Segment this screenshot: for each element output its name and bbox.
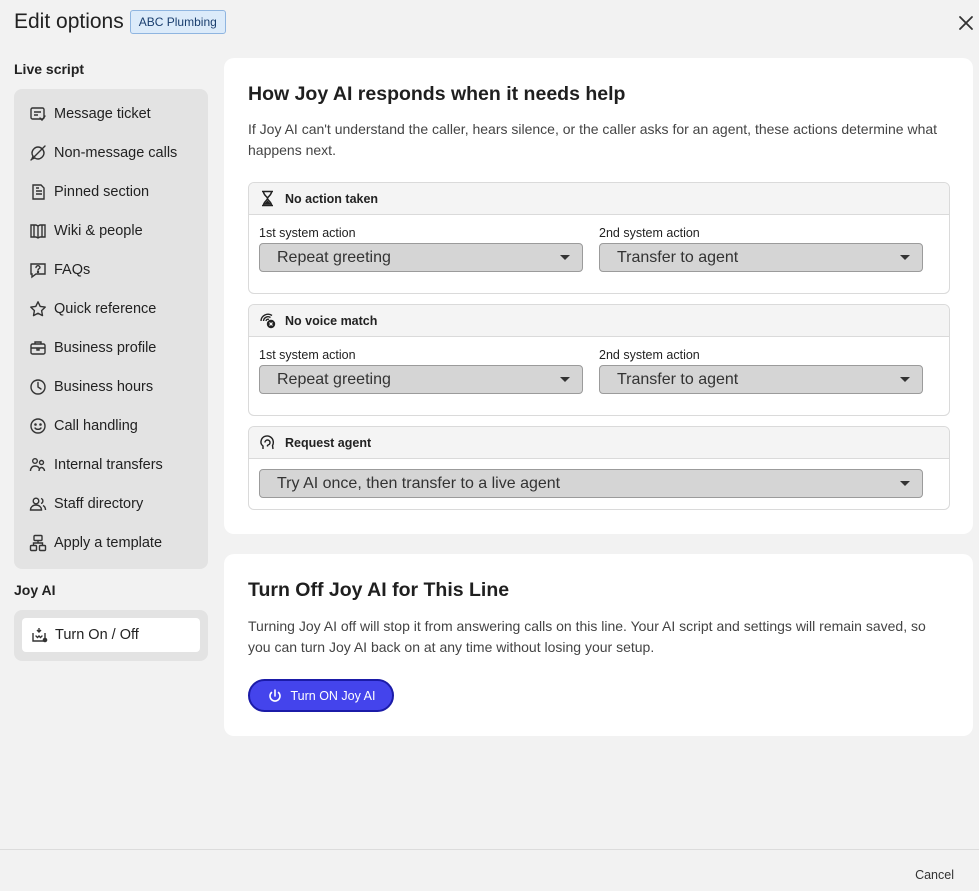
transfer-people-icon — [29, 457, 46, 471]
message-ticket-icon — [30, 106, 46, 121]
request-agent-select[interactable]: Try AI once, then transfer to a live age… — [259, 469, 923, 498]
chevron-down-icon — [560, 377, 570, 382]
sidebar-item-apply-template[interactable]: Apply a template — [14, 523, 208, 562]
second-action-select[interactable]: Transfer to agent — [599, 365, 923, 394]
non-message-icon — [30, 144, 46, 161]
group-header: No voice match — [249, 305, 949, 337]
select-value: Repeat greeting — [277, 248, 391, 266]
sidebar-item-non-message-calls[interactable]: Non-message calls — [14, 133, 208, 172]
select-value: Try AI once, then transfer to a live age… — [277, 474, 561, 492]
sidebar-item-business-profile[interactable]: Business profile — [14, 328, 208, 367]
turn-off-card-title: Turn Off Joy AI for This Line — [248, 579, 510, 601]
group-title: No voice match — [285, 313, 378, 328]
chevron-down-icon — [900, 481, 910, 486]
sidebar-item-label: Business hours — [54, 378, 154, 395]
group-header: No action taken — [249, 183, 949, 215]
group-header: Request agent — [249, 427, 949, 459]
chevron-down-icon — [560, 255, 570, 260]
live-script-heading: Live script — [14, 61, 85, 77]
first-action-label: 1st system action — [259, 348, 356, 362]
chevron-down-icon — [900, 377, 910, 382]
sidebar-item-label: Message ticket — [54, 105, 151, 122]
sidebar-item-pinned-section[interactable]: Pinned section — [14, 172, 208, 211]
sidebar-item-quick-reference[interactable]: Quick reference — [14, 289, 208, 328]
briefcase-icon — [30, 340, 46, 355]
sidebar-item-call-handling[interactable]: Call handling — [14, 406, 208, 445]
turn-on-joy-ai-button[interactable]: Turn ON Joy AI — [248, 679, 394, 712]
sidebar-item-internal-transfers[interactable]: Internal transfers — [14, 445, 208, 484]
account-badge: ABC Plumbing — [129, 10, 226, 34]
sidebar-item-label: Apply a template — [54, 534, 163, 551]
request-agent-group: Request agent Try AI once, then transfer… — [248, 426, 950, 510]
clock-icon — [30, 378, 46, 395]
select-value: Repeat greeting — [277, 370, 391, 388]
help-settings-card: How Joy AI responds when it needs help I… — [224, 58, 973, 534]
sidebar-item-label: Call handling — [54, 417, 138, 434]
star-icon — [30, 300, 46, 316]
no-voice-match-group: No voice match 1st system action Repeat … — [248, 304, 950, 416]
no-action-taken-group: No action taken 1st system action Repeat… — [248, 182, 950, 294]
live-script-nav: Message ticket Non-message calls Pinned … — [14, 89, 208, 569]
robot-icon — [32, 628, 48, 643]
faq-icon — [30, 262, 46, 278]
help-card-title: How Joy AI responds when it needs help — [248, 83, 626, 105]
template-icon — [29, 534, 47, 551]
group-title: Request agent — [285, 435, 372, 450]
first-action-select[interactable]: Repeat greeting — [259, 243, 583, 272]
first-action-label: 1st system action — [259, 226, 356, 240]
header: Edit options ABC Plumbing — [14, 10, 226, 34]
footer: Cancel — [0, 849, 979, 891]
group-title: No action taken — [285, 191, 379, 206]
first-action-select[interactable]: Repeat greeting — [259, 365, 583, 394]
turn-off-card: Turn Off Joy AI for This Line Turning Jo… — [224, 554, 973, 736]
close-icon[interactable] — [955, 12, 977, 34]
sidebar-item-turn-on-off[interactable]: Turn On / Off — [22, 618, 200, 652]
chevron-down-icon — [900, 255, 910, 260]
cancel-button[interactable]: Cancel — [915, 868, 954, 882]
help-card-description: If Joy AI can't understand the caller, h… — [248, 121, 938, 158]
sidebar-item-label: Turn On / Off — [55, 627, 139, 643]
pinned-icon — [32, 183, 45, 200]
page-title: Edit options — [14, 10, 124, 33]
sidebar-item-label: Pinned section — [54, 183, 150, 200]
sidebar-item-label: Non-message calls — [54, 144, 178, 161]
agent-head-icon — [260, 435, 275, 450]
joy-ai-heading: Joy AI — [14, 582, 56, 598]
second-action-label: 2nd system action — [599, 226, 700, 240]
second-action-label: 2nd system action — [599, 348, 700, 362]
sidebar-item-staff-directory[interactable]: Staff directory — [14, 484, 208, 523]
people-icon — [29, 497, 47, 511]
turn-off-card-description: Turning Joy AI off will stop it from ans… — [248, 618, 926, 655]
sidebar-item-label: Internal transfers — [54, 456, 163, 473]
hourglass-icon — [262, 190, 273, 207]
smiley-icon — [30, 417, 46, 434]
button-label: Turn ON Joy AI — [290, 688, 376, 703]
book-icon — [30, 223, 46, 239]
sidebar-item-label: FAQs — [54, 261, 91, 278]
power-icon — [268, 688, 281, 702]
sidebar-item-wiki-people[interactable]: Wiki & people — [14, 211, 208, 250]
select-value: Transfer to agent — [617, 248, 739, 266]
voice-off-icon — [260, 313, 276, 329]
select-value: Transfer to agent — [617, 370, 739, 388]
joy-ai-nav: Turn On / Off — [14, 610, 208, 661]
sidebar-item-faqs[interactable]: FAQs — [14, 250, 208, 289]
sidebar-item-label: Business profile — [54, 339, 157, 356]
sidebar-item-business-hours[interactable]: Business hours — [14, 367, 208, 406]
sidebar-item-label: Quick reference — [54, 300, 157, 317]
second-action-select[interactable]: Transfer to agent — [599, 243, 923, 272]
sidebar-item-label: Wiki & people — [54, 222, 143, 239]
sidebar-item-message-ticket[interactable]: Message ticket — [14, 94, 208, 133]
sidebar-item-label: Staff directory — [54, 495, 144, 512]
